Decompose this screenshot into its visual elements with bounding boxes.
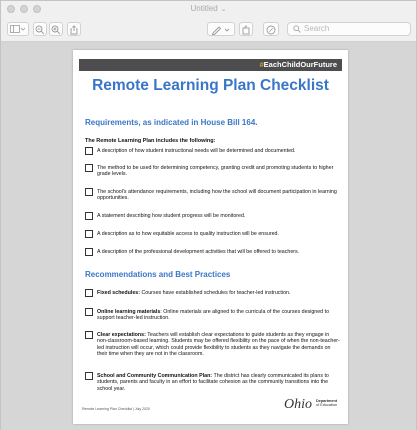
checkbox[interactable] (85, 248, 93, 256)
requirement-text: The method to be used for determining co… (97, 165, 334, 178)
zoom-out-button[interactable] (33, 22, 47, 36)
sidebar-icon (10, 25, 26, 33)
requirement-text: The school's attendance requirements, in… (97, 189, 337, 202)
recommendation-text: Fixed schedules: Courses have establishe… (97, 290, 340, 296)
banner-tag-text: EachChildOurFuture (263, 60, 337, 69)
rotate-icon (242, 25, 250, 35)
checkbox[interactable] (85, 331, 93, 339)
ohio-education-logo: Ohio Department of Education (284, 397, 347, 414)
checkbox[interactable] (85, 289, 93, 297)
checkbox[interactable] (85, 308, 93, 316)
requirement-text: A description as to how equitable access… (97, 231, 279, 237)
checkbox[interactable] (85, 212, 93, 220)
document-page: #EachChildOurFuture Remote Learning Plan… (73, 50, 348, 424)
title-bar: Untitled ⌄ (1, 1, 416, 18)
requirement-text: A description of how student instruction… (97, 148, 296, 154)
header-banner: #EachChildOurFuture (79, 59, 342, 71)
document-title: Remote Learning Plan Checklist (92, 77, 329, 94)
recommendation-label: Clear expectations: (97, 332, 146, 338)
footer-text: Remote Learning Plan Checklist | July 20… (82, 407, 150, 411)
search-input[interactable]: Search (287, 22, 411, 36)
checkbox[interactable] (85, 147, 93, 155)
zoom-in-button[interactable] (49, 22, 63, 36)
share-icon (70, 25, 78, 35)
recommendation-text: Clear expectations: Teachers will establ… (97, 332, 340, 358)
recommendations-heading: Recommendations and Best Practices (85, 270, 231, 279)
recommendation-label: School and Community Communication Plan: (97, 373, 213, 379)
recommendation-label: Fixed schedules: (97, 290, 140, 296)
window-title-text: Untitled (190, 4, 218, 13)
markup-button[interactable] (207, 22, 235, 36)
requirement-text: A statement describing how student progr… (97, 213, 246, 219)
sidebar-toggle-button[interactable] (7, 22, 29, 36)
search-icon (293, 25, 301, 33)
logo-department: Department of Education (316, 399, 337, 407)
requirements-intro: The Remote Learning Plan includes the fo… (85, 138, 216, 144)
document-area[interactable]: #EachChildOurFuture Remote Learning Plan… (1, 42, 416, 430)
share-button[interactable] (67, 22, 81, 36)
logo-dept-line2: of Education (316, 403, 338, 408)
recommendation-text: School and Community Communication Plan:… (97, 373, 340, 392)
toolbar: Search (1, 18, 416, 42)
window-title[interactable]: Untitled ⌄ (1, 4, 416, 13)
recommendation-label: Online learning materials (97, 309, 161, 315)
checkbox[interactable] (85, 164, 93, 172)
preview-window: Untitled ⌄ Search #EachChildOurFuture Re… (0, 0, 417, 430)
banner-tagline: #EachChildOurFuture (259, 60, 337, 69)
recommendation-text: Online learning materials: Online materi… (97, 309, 340, 322)
requirement-text: A description of the professional develo… (97, 249, 300, 255)
logo-wordmark: Ohio (284, 397, 312, 412)
zoom-out-icon (35, 25, 45, 35)
checkbox[interactable] (85, 188, 93, 196)
checkbox[interactable] (85, 372, 93, 380)
search-placeholder: Search (304, 24, 330, 33)
zoom-in-icon (51, 25, 61, 35)
annotate-button[interactable] (263, 22, 279, 36)
rotate-button[interactable] (239, 22, 253, 36)
markup-circle-icon (266, 25, 276, 35)
pen-icon (211, 26, 230, 35)
recommendation-body: Courses have established schedules for t… (139, 290, 291, 296)
checkbox[interactable] (85, 230, 93, 238)
requirements-heading: Requirements, as indicated in House Bill… (85, 118, 258, 127)
chevron-down-icon: ⌄ (218, 6, 227, 13)
